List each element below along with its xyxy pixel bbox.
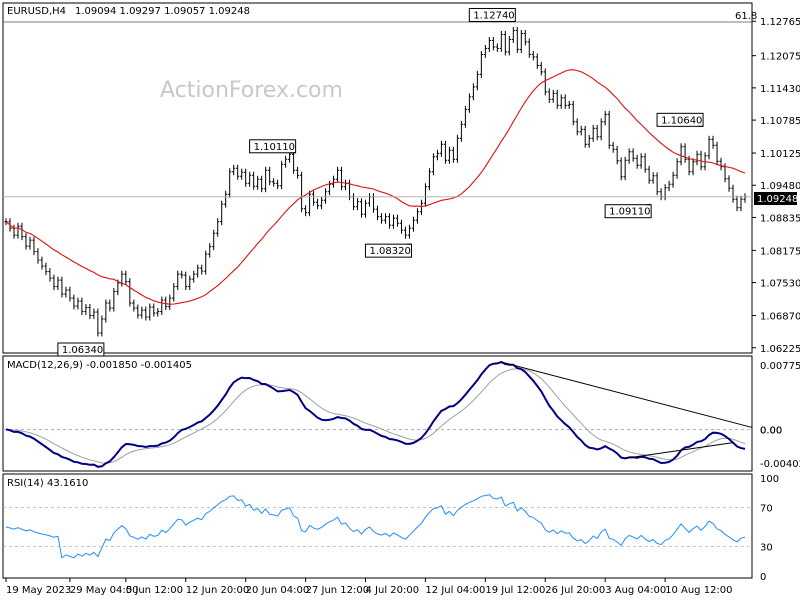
price-axis-label: 1.12075 [760, 52, 800, 63]
time-axis-label: 20 Jun 04:00 [246, 585, 310, 596]
time-axis-label: 4 Jul 20:00 [366, 585, 420, 596]
time-axis-label: 12 Jun 20:00 [186, 585, 250, 596]
price-panel[interactable] [2, 2, 753, 354]
price-axis-label: 1.10785 [760, 116, 800, 127]
ohlc-values: 1.09094 1.09297 1.09057 1.09248 [75, 6, 250, 17]
macd-axis-label: 0.00 [760, 425, 782, 436]
rsi-panel[interactable] [2, 473, 753, 579]
time-axis-label: 5 Jun 12:00 [126, 585, 183, 596]
price-label-text: 1.12740 [473, 10, 514, 21]
price-label: 1.06340 [57, 342, 105, 357]
time-axis-label: 19 May 2023 [6, 585, 71, 596]
price-axis-label: 1.08175 [760, 246, 800, 257]
price-axis-label: 1.06225 [760, 344, 800, 355]
time-axis-label: 10 Aug 12:00 [665, 585, 732, 596]
symbol-title: EURUSD,H4 [7, 6, 66, 17]
rsi-axis-label: 0 [760, 572, 766, 583]
price-label: 1.10640 [656, 112, 704, 127]
price-axis-label: 1.10125 [760, 149, 800, 160]
price-axis-label: 1.06870 [760, 312, 800, 323]
price-label: 1.10110 [249, 139, 297, 154]
macd-axis-label: -0.004027 [760, 459, 800, 470]
symbol-info: EURUSD,H4 1.09094 1.09297 1.09057 1.0924… [7, 6, 250, 17]
price-axis-label: 1.09480 [760, 181, 800, 192]
last-price-tag: 1.09248 [757, 194, 798, 205]
rsi-axis-label: 30 [760, 543, 773, 554]
time-axis-label: 3 Aug 04:00 [605, 585, 666, 596]
time-axis-label: 27 Jun 12:00 [306, 585, 370, 596]
price-label: 1.08320 [364, 243, 412, 258]
rsi-axis-label: 70 [760, 503, 773, 514]
price-label-text: 1.08320 [369, 246, 410, 257]
price-axis-label: 1.11430 [760, 84, 800, 95]
macd-title: MACD(12,26,9) -0.001850 -0.001405 [7, 360, 192, 371]
time-axis-label: 19 Jul 12:00 [485, 585, 545, 596]
price-label-text: 1.10640 [661, 115, 702, 126]
price-axis-label: 1.12765 [760, 17, 800, 28]
price-label-text: 1.09110 [609, 207, 650, 218]
watermark: ActionForex.com [160, 78, 343, 103]
price-label: 1.12740 [468, 7, 516, 22]
macd-axis-label: 0.007753 [760, 361, 800, 372]
fib-label: 61.8 [735, 11, 757, 22]
time-axis-label: 26 Jul 20:00 [545, 585, 605, 596]
rsi-axis-label: 100 [760, 474, 779, 485]
time-axis-label: 12 Jul 04:00 [425, 585, 485, 596]
price-axis-label: 1.07530 [760, 279, 800, 290]
price-label-text: 1.06340 [62, 345, 103, 356]
price-axis-label: 1.08835 [760, 213, 800, 224]
chart-window: ActionForex.com 1.12765 1.12075 1.11430 1.1… [2, 2, 800, 596]
price-label-text: 1.10110 [254, 142, 295, 153]
rsi-title: RSI(14) 43.1610 [7, 478, 88, 489]
price-label: 1.09110 [604, 204, 652, 219]
